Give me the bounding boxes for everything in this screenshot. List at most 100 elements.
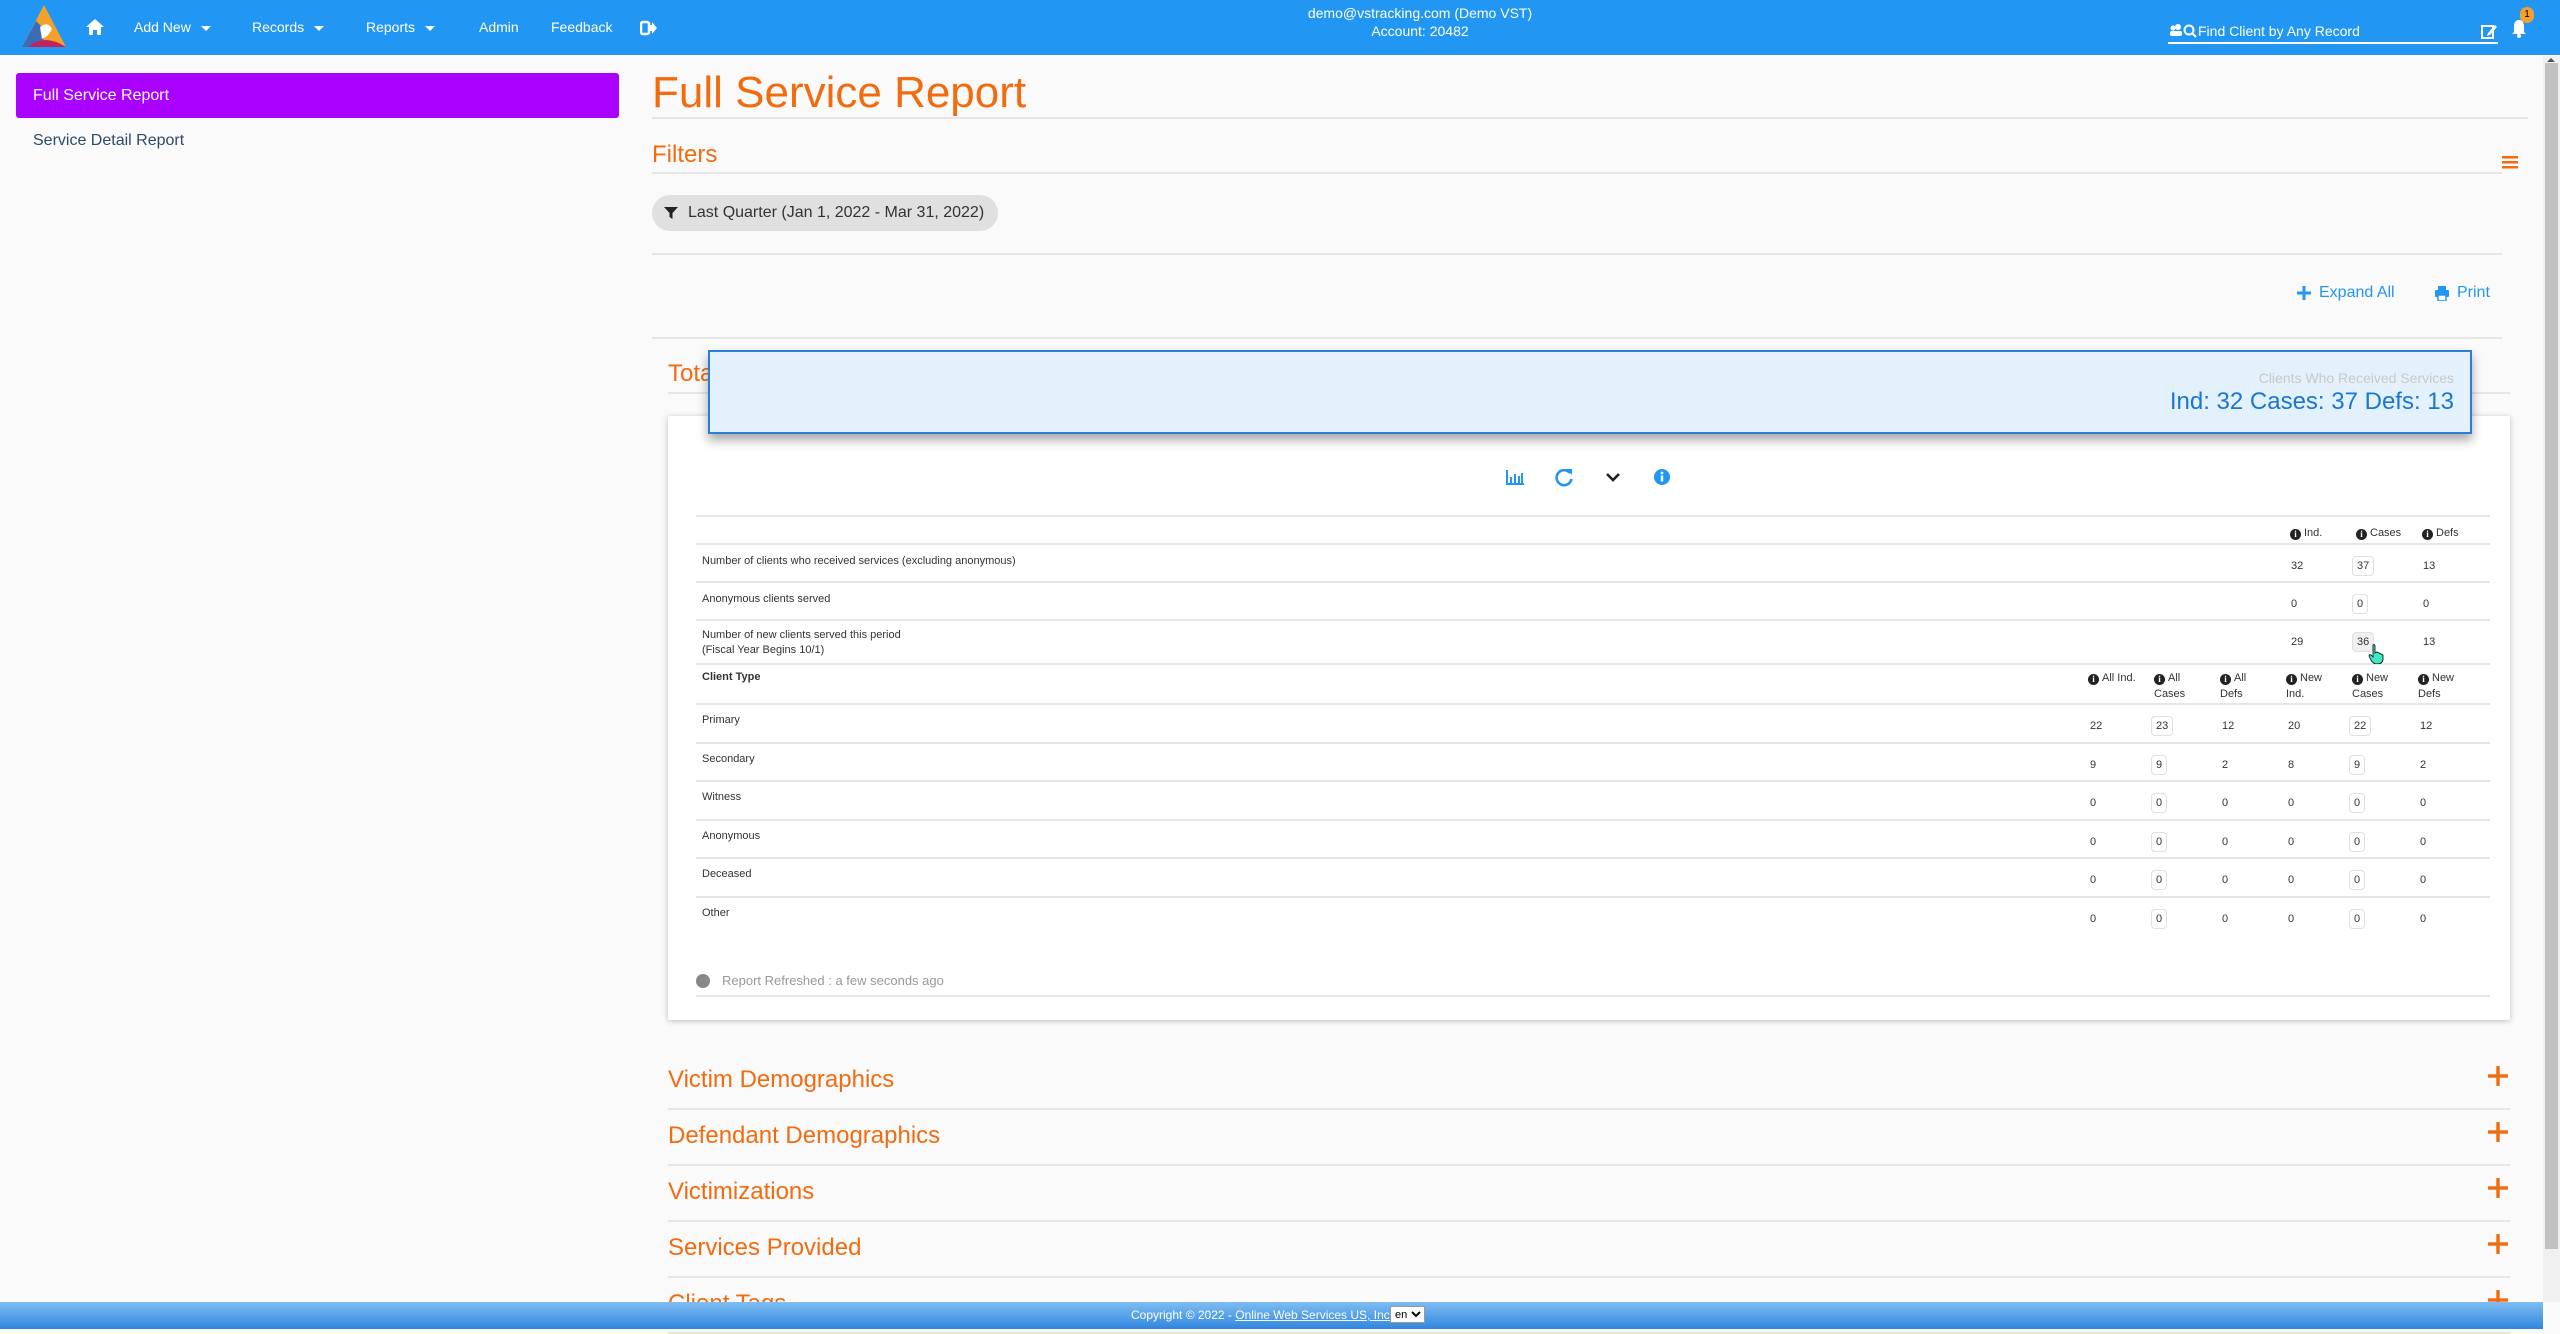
info-circle-icon[interactable]: i [2154, 674, 2165, 685]
app-logo[interactable] [18, 3, 70, 51]
plus-icon[interactable] [2488, 1234, 2508, 1254]
copyright: Copyright © 2022 - Online Web Services U… [1131, 1308, 1393, 1322]
cell-all-ind: 0 [2090, 835, 2097, 848]
sidebar-item-full-service-report[interactable]: Full Service Report [16, 73, 619, 118]
cell-defs: 0 [2423, 598, 2430, 610]
scrollbar-thumb[interactable] [2545, 63, 2558, 1249]
section-victim-demographics[interactable]: Victim Demographics [668, 1054, 2510, 1110]
info-icon[interactable] [1651, 466, 1673, 488]
find-client-input[interactable] [2198, 23, 2498, 39]
chevron-down-icon[interactable] [1602, 466, 1624, 488]
row-label: Other [702, 906, 730, 919]
cell-ind: 32 [2291, 560, 2304, 572]
pointer-cursor-icon [2368, 644, 2384, 664]
col-header-new-ind: i New Ind. [2286, 670, 2322, 702]
cell-new-ind: 0 [2288, 797, 2295, 809]
caret-down-icon [425, 25, 436, 31]
date-filter-chip[interactable]: Last Quarter (Jan 1, 2022 - Mar 31, 2022… [652, 195, 999, 231]
cell-all-cases-button[interactable]: 0 [2151, 908, 2168, 929]
cell-new-cases-button[interactable]: 22 [2349, 716, 2372, 736]
sign-out-icon[interactable] [640, 19, 658, 37]
cell-all-cases-button[interactable]: 9 [2151, 754, 2168, 775]
col-header-label: Cases [2154, 688, 2186, 700]
print-icon [2435, 285, 2449, 301]
company-link[interactable]: Online Web Services US, Inc. [1235, 1308, 1393, 1322]
print-label: Print [2457, 284, 2490, 301]
language-select[interactable]: en [1390, 1306, 1425, 1323]
plus-icon[interactable] [2488, 1122, 2508, 1142]
nav-label: Reports [366, 19, 416, 35]
cell-cases-button[interactable]: 0 [2352, 594, 2369, 614]
cell-all-defs: 12 [2222, 720, 2235, 732]
bar-chart-icon[interactable] [1504, 466, 1526, 488]
col-header-label: New [2432, 672, 2455, 684]
plus-icon[interactable] [2488, 1178, 2508, 1198]
info-circle-icon[interactable]: i [2286, 674, 2297, 685]
cell-new-ind: 8 [2288, 758, 2295, 771]
report-refreshed: Report Refreshed : a few seconds ago [696, 973, 944, 988]
scroll-up-arrow-icon[interactable] [2547, 58, 2555, 62]
find-client-search[interactable] [2168, 20, 2498, 44]
info-circle-icon[interactable]: i [2352, 674, 2363, 685]
plus-icon[interactable] [2488, 1066, 2508, 1086]
section-title[interactable]: Defendant Demographics [668, 1122, 940, 1150]
table-row: Number of clients who received services … [696, 543, 2490, 581]
cell-new-cases-button[interactable]: 0 [2349, 908, 2366, 929]
cell-new-defs: 0 [2420, 912, 2427, 925]
row-label: Primary [702, 714, 740, 726]
cell-new-cases-button[interactable]: 0 [2349, 870, 2366, 890]
cell-new-ind: 0 [2288, 835, 2295, 848]
col-header-label: Cases [2370, 527, 2402, 539]
cell-all-cases-button[interactable]: 23 [2151, 716, 2174, 736]
hamburger-menu-icon[interactable] [2502, 155, 2518, 169]
nav-label: Add New [134, 19, 191, 35]
nav-feedback[interactable]: Feedback [551, 0, 612, 55]
section-title[interactable]: Victim Demographics [668, 1066, 894, 1094]
section-defendant-demographics[interactable]: Defendant Demographics [668, 1110, 2510, 1166]
cell-new-cases-button[interactable]: 0 [2349, 793, 2366, 813]
cell-all-cases-button[interactable]: 0 [2151, 793, 2168, 813]
section-title[interactable]: Victimizations [668, 1178, 814, 1206]
cell-cases-button[interactable]: 37 [2352, 556, 2375, 576]
info-circle-icon[interactable]: i [2290, 529, 2301, 540]
info-circle-icon[interactable]: i [2418, 674, 2429, 685]
cell-all-cases-button[interactable]: 0 [2151, 831, 2168, 852]
nav-reports[interactable]: Reports [366, 0, 436, 55]
info-circle-icon[interactable]: i [2220, 674, 2231, 685]
col-header-ind: i Ind. [2290, 525, 2322, 541]
section-title[interactable]: Services Provided [668, 1234, 861, 1262]
col-header-new-defs: i New Defs [2418, 670, 2454, 702]
info-circle-icon[interactable]: i [2088, 674, 2099, 685]
refresh-icon[interactable] [1553, 466, 1575, 488]
section-services-provided[interactable]: Services Provided [668, 1222, 2510, 1278]
nav-add-new[interactable]: Add New [134, 0, 211, 55]
cell-all-ind: 0 [2090, 797, 2097, 809]
print-button[interactable]: Print [2435, 284, 2490, 302]
expand-all-button[interactable]: Expand All [2297, 284, 2395, 302]
nav-records[interactable]: Records [252, 0, 325, 55]
table-row: Other 0 0 0 0 0 0 [696, 895, 2490, 934]
cell-new-cases-button[interactable]: 9 [2349, 754, 2366, 775]
filters-heading: Filters [652, 141, 718, 168]
section-victimizations[interactable]: Victimizations [668, 1166, 2510, 1222]
divider [696, 995, 2490, 997]
cell-new-cases-button[interactable]: 0 [2349, 831, 2366, 852]
edit-icon[interactable] [2480, 22, 2498, 40]
cell-new-ind: 20 [2288, 720, 2301, 732]
totals-card: i Ind. i Cases i Defs Number of clients who… [668, 416, 2510, 1020]
col-header-label: All [2168, 672, 2181, 684]
cell-defs: 13 [2423, 560, 2436, 572]
col-header-label: Cases [2352, 688, 2384, 700]
info-circle-icon[interactable]: i [2422, 529, 2433, 540]
table-row: Primary 22 23 12 20 22 12 [696, 703, 2490, 741]
cell-all-defs: 0 [2222, 797, 2229, 809]
tooltip-value: Ind: 32 Cases: 37 Defs: 13 [2169, 388, 2454, 415]
info-circle-icon[interactable]: i [2356, 529, 2367, 540]
sidebar-item-service-detail-report[interactable]: Service Detail Report [16, 118, 619, 163]
nav-admin[interactable]: Admin [479, 0, 519, 55]
caret-down-icon [314, 25, 325, 31]
home-icon[interactable] [84, 16, 106, 38]
cell-all-defs: 0 [2222, 912, 2229, 925]
cell-all-cases-button[interactable]: 0 [2151, 870, 2168, 890]
divider [652, 117, 2528, 119]
